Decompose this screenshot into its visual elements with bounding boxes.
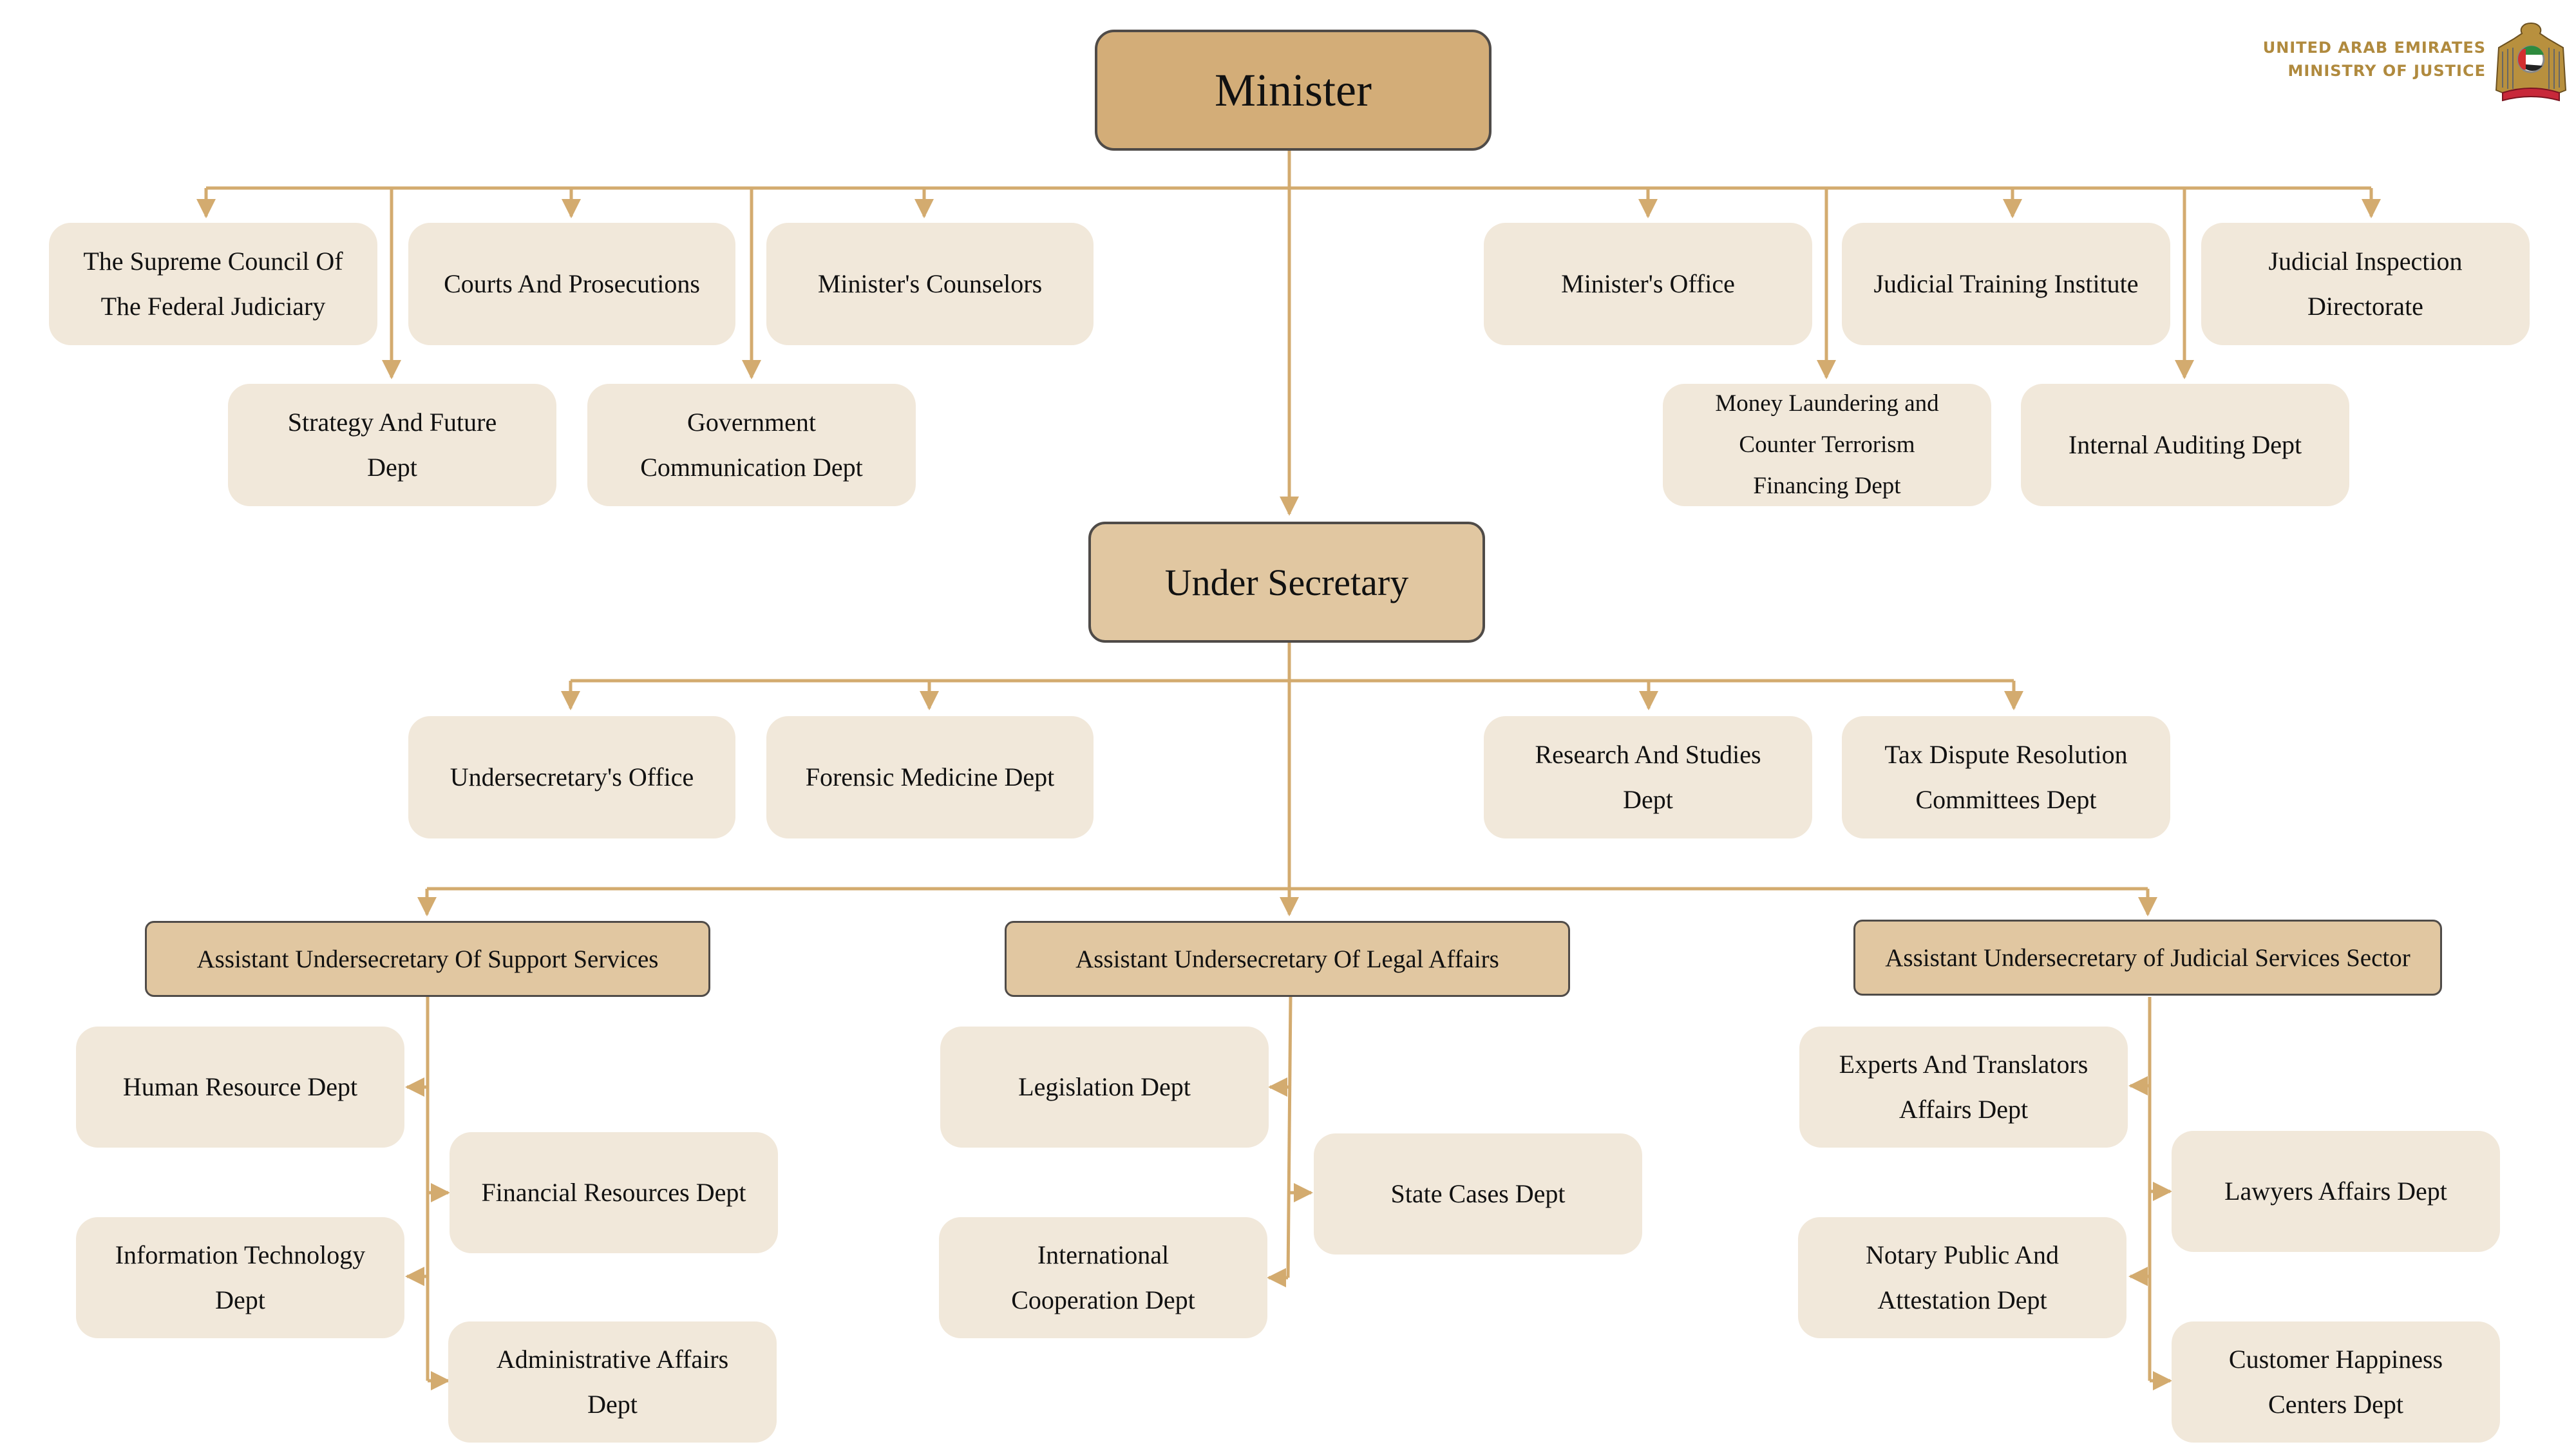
- org-unit-supreme-council[interactable]: The Supreme Council Of The Federal Judic…: [49, 223, 377, 345]
- org-unit-label: The Supreme Council Of The Federal Judic…: [83, 247, 343, 321]
- dept-financial-resources[interactable]: Financial Resources Dept: [450, 1132, 778, 1253]
- minister-title: Minister: [1215, 64, 1372, 116]
- org-unit-ministers-counselors[interactable]: Minister's Counselors: [766, 223, 1094, 345]
- brand-line-ministry: MINISTRY OF JUSTICE: [2287, 62, 2486, 80]
- assistant-support-services-node[interactable]: Assistant Undersecretary Of Support Serv…: [145, 921, 710, 997]
- org-unit-label: Government Communication Dept: [640, 408, 863, 482]
- brand-line-country: UNITED ARAB EMIRATES: [2262, 39, 2486, 57]
- dept-label: Administrative Affairs Dept: [496, 1345, 729, 1419]
- legal-affairs-spine: [1286, 996, 1293, 1278]
- uae-emblem-icon: [2495, 22, 2567, 102]
- dept-label: Lawyers Affairs Dept: [2224, 1177, 2447, 1206]
- dept-experts-translators[interactable]: Experts And Translators Affairs Dept: [1799, 1027, 2128, 1148]
- under-secretary-node[interactable]: Under Secretary: [1088, 522, 1485, 643]
- dept-label: State Cases Dept: [1390, 1179, 1566, 1208]
- org-unit-label: Research And Studies Dept: [1535, 740, 1761, 814]
- dept-legislation[interactable]: Legislation Dept: [940, 1027, 1269, 1148]
- assistant-judicial-services-node[interactable]: Assistant Undersecretary of Judicial Ser…: [1853, 920, 2442, 996]
- dept-lawyers-affairs[interactable]: Lawyers Affairs Dept: [2172, 1131, 2500, 1252]
- dept-state-cases[interactable]: State Cases Dept: [1314, 1133, 1642, 1255]
- dept-customer-happiness[interactable]: Customer Happiness Centers Dept: [2172, 1321, 2500, 1443]
- org-unit-label: Money Laundering and Counter Terrorism F…: [1715, 390, 1939, 499]
- dept-information-technology[interactable]: Information Technology Dept: [76, 1217, 404, 1338]
- org-unit-research-studies[interactable]: Research And Studies Dept: [1484, 716, 1812, 838]
- org-unit-label: Courts And Prosecutions: [444, 269, 700, 298]
- dept-label: Human Resource Dept: [122, 1072, 358, 1101]
- org-unit-ministers-office[interactable]: Minister's Office: [1484, 223, 1812, 345]
- org-unit-money-laundering[interactable]: Money Laundering and Counter Terrorism F…: [1663, 384, 1991, 506]
- org-unit-tax-dispute-resolution[interactable]: Tax Dispute Resolution Committees Dept: [1842, 716, 2170, 838]
- assistant-legal-affairs-node[interactable]: Assistant Undersecretary Of Legal Affair…: [1005, 921, 1570, 997]
- org-unit-undersecretarys-office[interactable]: Undersecretary's Office: [408, 716, 735, 838]
- org-unit-label: Strategy And Future Dept: [287, 408, 497, 482]
- dept-label: Notary Public And Attestation Dept: [1866, 1240, 2059, 1314]
- org-unit-internal-auditing[interactable]: Internal Auditing Dept: [2021, 384, 2349, 506]
- assistant-sector-title: Assistant Undersecretary of Judicial Ser…: [1885, 943, 2410, 972]
- org-unit-label: Tax Dispute Resolution Committees Dept: [1884, 740, 2128, 814]
- dept-human-resource[interactable]: Human Resource Dept: [76, 1027, 404, 1148]
- org-unit-label: Judicial Training Institute: [1873, 269, 2139, 298]
- dept-label: Customer Happiness Centers Dept: [2228, 1345, 2443, 1419]
- dept-label: Legislation Dept: [1018, 1072, 1191, 1101]
- org-unit-label: Minister's Counselors: [817, 269, 1043, 298]
- minister-node[interactable]: Minister: [1095, 30, 1492, 151]
- dept-label: Experts And Translators Affairs Dept: [1839, 1050, 2088, 1124]
- org-unit-label: Undersecretary's Office: [450, 762, 694, 791]
- assistant-sector-title: Assistant Undersecretary Of Legal Affair…: [1075, 945, 1499, 973]
- dept-international-cooperation[interactable]: International Cooperation Dept: [939, 1217, 1267, 1338]
- ministry-branding: UNITED ARAB EMIRATES MINISTRY OF JUSTICE: [2263, 36, 2486, 82]
- assistant-sector-title: Assistant Undersecretary Of Support Serv…: [196, 945, 659, 973]
- org-unit-courts-prosecutions[interactable]: Courts And Prosecutions: [408, 223, 735, 345]
- under-secretary-title: Under Secretary: [1164, 561, 1409, 603]
- org-unit-label: Minister's Office: [1561, 269, 1735, 298]
- org-unit-label: Judicial Inspection Directorate: [2268, 247, 2463, 321]
- dept-label: Financial Resources Dept: [481, 1178, 746, 1207]
- org-unit-strategy-future[interactable]: Strategy And Future Dept: [228, 384, 556, 506]
- org-unit-government-communication[interactable]: Government Communication Dept: [587, 384, 916, 506]
- dept-notary-public[interactable]: Notary Public And Attestation Dept: [1798, 1217, 2126, 1338]
- dept-administrative-affairs[interactable]: Administrative Affairs Dept: [448, 1321, 777, 1443]
- dept-label: International Cooperation Dept: [1011, 1240, 1195, 1314]
- org-unit-label: Forensic Medicine Dept: [805, 762, 1055, 791]
- org-unit-judicial-training-institute[interactable]: Judicial Training Institute: [1842, 223, 2170, 345]
- org-unit-forensic-medicine[interactable]: Forensic Medicine Dept: [766, 716, 1094, 838]
- org-unit-label: Internal Auditing Dept: [2068, 430, 2302, 459]
- dept-label: Information Technology Dept: [115, 1240, 366, 1314]
- org-unit-judicial-inspection[interactable]: Judicial Inspection Directorate: [2201, 223, 2530, 345]
